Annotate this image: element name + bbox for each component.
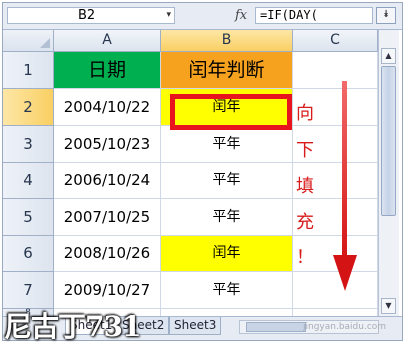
tab-sheet3[interactable]: Sheet3 (169, 317, 221, 335)
row-header-6[interactable]: 6 (3, 236, 54, 272)
vertical-scrollbar[interactable]: ▲ ▼ (378, 30, 399, 316)
cell-a1[interactable]: 日期 (54, 52, 161, 89)
chevron-down-icon[interactable]: ▾ (166, 8, 171, 23)
cell-b1[interactable]: 闰年判断 (161, 52, 293, 89)
spreadsheet-window: B2 ▾ fx =IF(DAY( ⯯ A B C 1 2 3 4 5 6 7 8… (2, 2, 403, 341)
horizontal-scroll-thumb[interactable] (246, 322, 306, 332)
row-header-1[interactable]: 1 (3, 52, 54, 89)
cell-b4[interactable]: 平年 (161, 163, 293, 199)
cell-b5[interactable]: 平年 (161, 199, 293, 236)
name-box[interactable]: B2 ▾ (7, 7, 175, 24)
formula-bar: B2 ▾ fx =IF(DAY( ⯯ (3, 3, 402, 30)
annotation-char: 充 (296, 212, 314, 233)
vertical-scroll-thumb[interactable] (381, 66, 396, 216)
insert-function-icon[interactable]: fx (235, 7, 247, 24)
chevron-double-down-icon: ⯯ (383, 9, 389, 20)
cell-a2[interactable]: 2004/10/22 (54, 89, 161, 126)
annotation-char: 填 (296, 176, 314, 197)
cell-a6[interactable]: 2008/10/26 (54, 236, 161, 272)
column-header-c[interactable]: C (293, 30, 378, 52)
row-header-5[interactable]: 5 (3, 199, 54, 236)
column-header-a[interactable]: A (54, 30, 161, 52)
active-cell-outline (170, 94, 292, 130)
watermark-text: jingyan.baidu.com (303, 322, 387, 332)
row-header-3[interactable]: 3 (3, 126, 54, 163)
annotation-char: ！ (296, 247, 314, 268)
annotation-char: 向 (296, 103, 314, 124)
cell-b6[interactable]: 闰年 (161, 236, 293, 272)
cell-a5[interactable]: 2007/10/25 (54, 199, 161, 236)
name-box-value: B2 (78, 8, 96, 23)
row-header-7[interactable]: 7 (3, 272, 54, 309)
down-arrow-icon (333, 81, 357, 291)
cell-b3[interactable]: 平年 (161, 126, 293, 163)
cell-a4[interactable]: 2006/10/24 (54, 163, 161, 199)
formula-input[interactable]: =IF(DAY( (255, 7, 373, 24)
author-overlay-text: 尼古丁731 (4, 310, 141, 343)
annotation-char: 下 (296, 140, 314, 161)
row-header-4[interactable]: 4 (3, 163, 54, 199)
cell-a3[interactable]: 2005/10/23 (54, 126, 161, 163)
scroll-up-icon[interactable]: ▲ (381, 48, 396, 64)
column-header-b[interactable]: B (161, 30, 293, 52)
expand-formula-bar-button[interactable]: ⯯ (376, 7, 396, 24)
cell-b7[interactable]: 平年 (161, 272, 293, 309)
row-header-2[interactable]: 2 (3, 89, 54, 126)
scroll-down-icon[interactable]: ▼ (381, 298, 396, 314)
select-all-corner[interactable] (3, 30, 54, 52)
cell-a7[interactable]: 2009/10/27 (54, 272, 161, 309)
